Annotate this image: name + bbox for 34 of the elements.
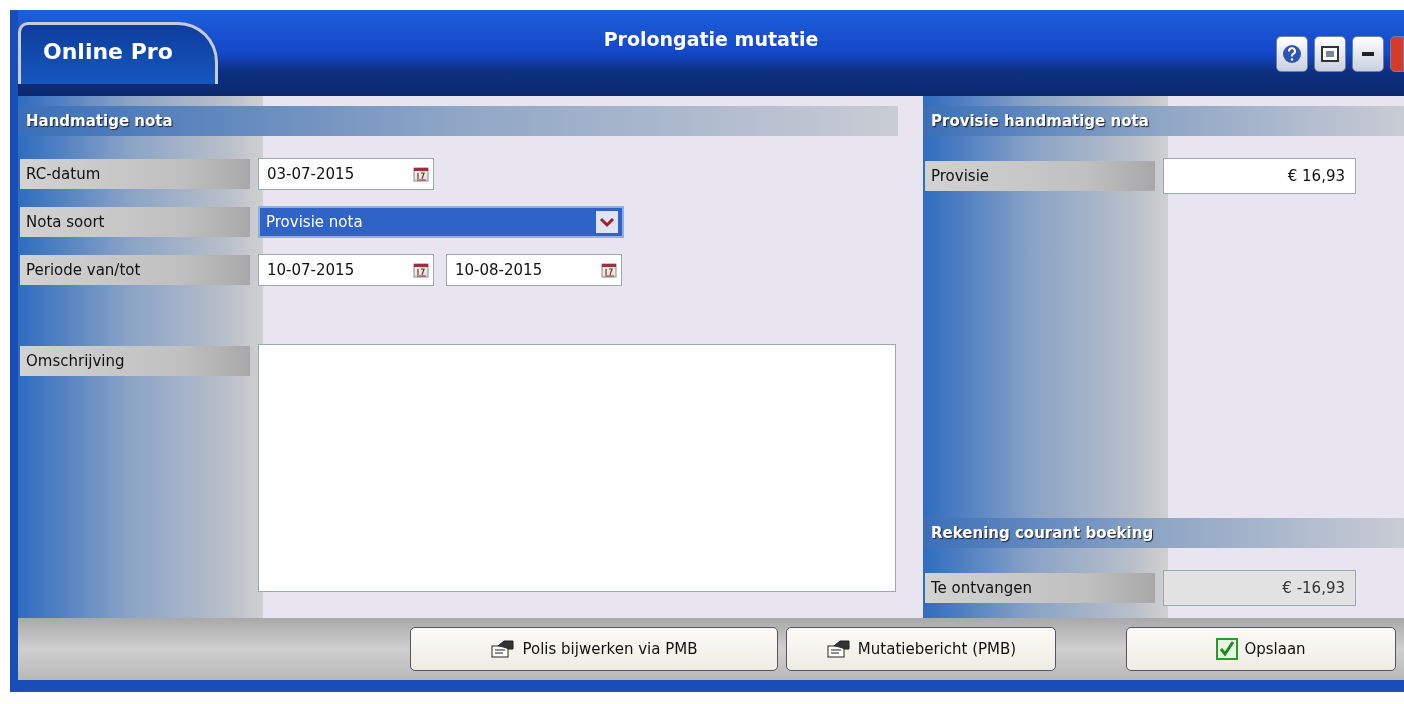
document-icon <box>825 639 852 659</box>
section-title: Handmatige nota <box>18 106 898 136</box>
window-title: Prolongatie mutatie <box>602 28 820 50</box>
chevron-down-icon <box>596 211 618 233</box>
minimize-button[interactable] <box>1352 36 1384 72</box>
document-icon <box>490 639 517 659</box>
checkbox-icon <box>1216 638 1239 660</box>
monitor-icon <box>1320 44 1340 64</box>
action-button[interactable]: Mutatiebericht (PMB) <box>786 627 1056 671</box>
field-label: Periode van/tot <box>20 255 250 285</box>
calendar-icon[interactable] <box>413 262 429 278</box>
amount-field[interactable]: € 16,93 <box>1163 158 1356 194</box>
date-field[interactable]: 10-08-2015 <box>446 254 622 286</box>
action-button[interactable]: Polis bijwerken via PMB <box>410 627 778 671</box>
calendar-icon[interactable] <box>601 262 617 278</box>
calendar-icon[interactable] <box>413 166 429 182</box>
field-label: Nota soort <box>20 207 250 237</box>
help-icon <box>1282 44 1302 64</box>
minimize-icon <box>1362 51 1374 57</box>
field-label: Omschrijving <box>20 346 250 376</box>
section-title: Provisie handmatige nota <box>923 106 1404 136</box>
amount-field: € -16,93 <box>1163 570 1356 606</box>
section-title: Rekening courant boeking <box>923 518 1404 548</box>
app-name: Online Pro <box>18 22 218 84</box>
field-label: Te ontvangen <box>925 573 1155 603</box>
save-button[interactable]: Opslaan <box>1126 627 1396 671</box>
field-label: Provisie <box>925 161 1155 191</box>
date-field[interactable]: 03-07-2015 <box>258 158 434 190</box>
description-field[interactable] <box>258 344 896 592</box>
field-label: RC-datum <box>20 159 250 189</box>
dropdown[interactable]: Provisie nota <box>258 206 624 238</box>
screenshot-button[interactable] <box>1314 36 1346 72</box>
date-field[interactable]: 10-07-2015 <box>258 254 434 286</box>
help-button[interactable] <box>1276 36 1308 72</box>
